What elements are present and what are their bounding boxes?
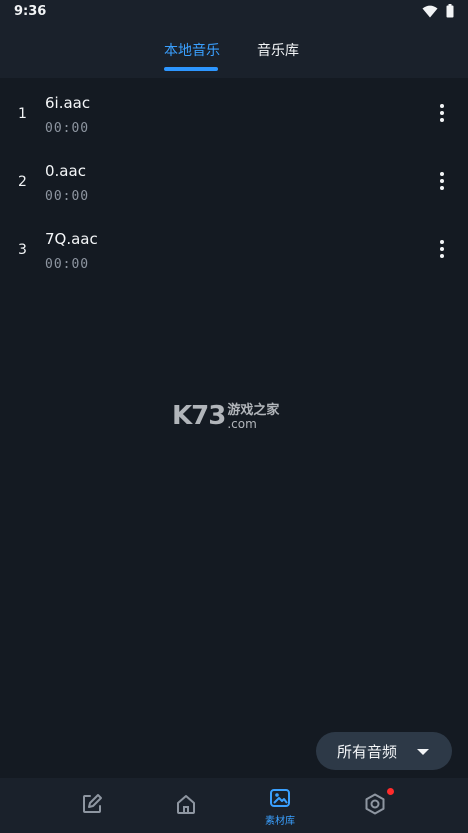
track-duration: 00:00 bbox=[45, 121, 90, 136]
audio-filter-dropdown[interactable]: 所有音频 bbox=[316, 732, 452, 770]
track-index: 3 bbox=[18, 242, 27, 258]
watermark-cn-text: 游戏之家 bbox=[227, 403, 280, 418]
nav-materials-label: 素材库 bbox=[265, 816, 295, 827]
wifi-icon bbox=[422, 5, 438, 18]
status-icons bbox=[422, 4, 454, 18]
track-duration: 00:00 bbox=[45, 257, 90, 272]
bottom-nav: 素材库 bbox=[0, 778, 468, 833]
home-icon bbox=[177, 795, 195, 814]
more-options-icon[interactable] bbox=[428, 101, 456, 125]
tab-active-indicator bbox=[164, 67, 218, 71]
tab-local-music[interactable]: 本地音乐 bbox=[164, 40, 220, 60]
track-list: 1 6i.aac 00:00 2 0.aac 00:00 3 7Q.aac 00… bbox=[0, 78, 468, 282]
nav-materials[interactable]: 素材库 bbox=[250, 778, 310, 833]
nav-home[interactable] bbox=[156, 778, 216, 833]
status-time: 9:36 bbox=[14, 4, 47, 19]
track-index: 2 bbox=[18, 174, 27, 190]
tab-music-library[interactable]: 音乐库 bbox=[257, 40, 299, 60]
watermark-logo-text: K73 bbox=[172, 401, 226, 431]
battery-icon bbox=[446, 4, 454, 18]
watermark-side: 游戏之家 .com bbox=[227, 403, 279, 431]
track-index: 1 bbox=[18, 106, 27, 122]
settings-hex-icon bbox=[365, 793, 385, 815]
more-options-icon[interactable] bbox=[428, 169, 456, 193]
list-item[interactable]: 1 6i.aac 00:00 bbox=[0, 78, 468, 146]
notification-badge bbox=[387, 788, 394, 795]
audio-filter-label: 所有音频 bbox=[337, 742, 398, 761]
image-gallery-icon bbox=[270, 789, 290, 807]
list-item[interactable]: 2 0.aac 00:00 bbox=[0, 146, 468, 214]
nav-edit[interactable] bbox=[62, 778, 122, 833]
track-title: 0.aac bbox=[45, 162, 86, 180]
edit-icon bbox=[83, 794, 102, 813]
list-item[interactable]: 3 7Q.aac 00:00 bbox=[0, 214, 468, 282]
nav-settings[interactable] bbox=[345, 778, 405, 833]
more-options-icon[interactable] bbox=[428, 237, 456, 261]
watermark-logo: K73 游戏之家 .com bbox=[172, 401, 279, 431]
watermark-domain-text: .com bbox=[227, 417, 257, 431]
caret-down-icon bbox=[417, 749, 429, 755]
track-title: 7Q.aac bbox=[45, 230, 98, 248]
track-title: 6i.aac bbox=[45, 94, 91, 112]
track-duration: 00:00 bbox=[45, 189, 90, 204]
header: 本地音乐 音乐库 bbox=[0, 26, 468, 78]
status-bar: 9:36 bbox=[0, 0, 468, 26]
